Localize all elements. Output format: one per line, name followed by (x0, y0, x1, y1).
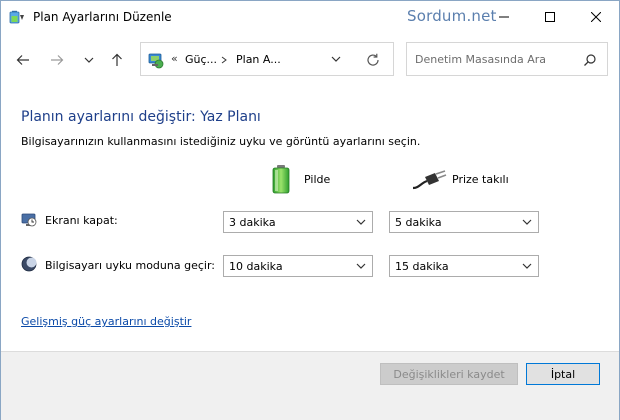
up-button[interactable] (105, 48, 129, 72)
battery-icon (272, 165, 290, 194)
arrow-left-icon (16, 55, 29, 65)
chevron-down-icon (522, 263, 532, 269)
display-off-battery-value: 3 dakika (229, 216, 276, 229)
sleep-moon-icon (21, 256, 37, 272)
close-icon (591, 11, 601, 22)
save-changes-button[interactable]: Değişiklikleri kaydet (380, 363, 518, 385)
sleep-battery-value: 10 dakika (229, 260, 283, 273)
power-plug-icon (412, 170, 447, 190)
sleep-battery-select[interactable]: 10 dakika (223, 255, 373, 277)
search-placeholder: Denetim Masasında Ara (415, 53, 547, 66)
row-label-sleep: Bilgisayarı uyku moduna geçir: (45, 259, 215, 272)
sleep-plugged-select[interactable]: 15 dakika (389, 255, 539, 277)
sleep-plugged-value: 15 dakika (395, 260, 449, 273)
maximize-button[interactable] (527, 1, 573, 32)
plan-settings-window: Plan Ayarlarını Düzenle Sordum.net « Güç… (0, 0, 620, 420)
control-panel-icon (148, 53, 164, 69)
window-title: Plan Ayarlarını Düzenle (33, 10, 172, 24)
page-description: Bilgisayarınızın kullanmasını istediğini… (21, 135, 421, 148)
row-label-display-off: Ekranı kapat: (45, 214, 118, 227)
footer-bar: Değişiklikleri kaydet İptal (1, 352, 619, 420)
column-header-plugged-in: Prize takılı (452, 173, 509, 186)
breadcrumb-segment-power[interactable]: Güç... (185, 53, 217, 66)
power-options-app-icon (9, 10, 24, 24)
display-off-icon (21, 213, 37, 227)
forward-button[interactable] (45, 48, 69, 72)
display-off-plugged-value: 5 dakika (395, 216, 442, 229)
breadcrumb-separator-icon (221, 56, 227, 64)
display-off-plugged-select[interactable]: 5 dakika (389, 211, 539, 233)
content-area: Planın ayarlarını değiştir: Yaz Planı Bi… (1, 89, 619, 351)
breadcrumb-segment-plan[interactable]: Plan A... (236, 53, 281, 66)
address-bar[interactable]: « Güç... Plan A... (140, 42, 394, 76)
chevron-down-icon (356, 263, 366, 269)
close-button[interactable] (573, 1, 619, 32)
search-box[interactable]: Denetim Masasında Ara (406, 42, 608, 76)
chevron-down-icon (84, 57, 94, 63)
chevron-down-icon (356, 219, 366, 225)
search-icon[interactable] (583, 53, 597, 67)
title-bar: Plan Ayarlarını Düzenle Sordum.net (1, 1, 619, 32)
breadcrumb-overflow[interactable]: « (171, 52, 178, 65)
minimize-icon (499, 16, 509, 17)
page-title: Planın ayarlarını değiştir: Yaz Planı (21, 109, 261, 125)
advanced-power-settings-link[interactable]: Gelişmiş güç ayarlarını değiştir (21, 315, 191, 328)
display-off-battery-select[interactable]: 3 dakika (223, 211, 373, 233)
back-button[interactable] (11, 48, 35, 72)
refresh-icon[interactable] (365, 52, 381, 68)
arrow-up-icon (112, 53, 122, 66)
minimize-button[interactable] (481, 1, 527, 32)
column-header-battery: Pilde (304, 173, 331, 186)
chevron-down-icon (522, 219, 532, 225)
address-toolbar: « Güç... Plan A... Denetim Masasında Ara (1, 32, 619, 88)
arrow-right-icon (51, 55, 64, 65)
maximize-icon (545, 11, 555, 22)
recent-locations-button[interactable] (77, 48, 101, 72)
cancel-button[interactable]: İptal (526, 363, 600, 385)
address-dropdown-icon[interactable] (329, 52, 343, 66)
